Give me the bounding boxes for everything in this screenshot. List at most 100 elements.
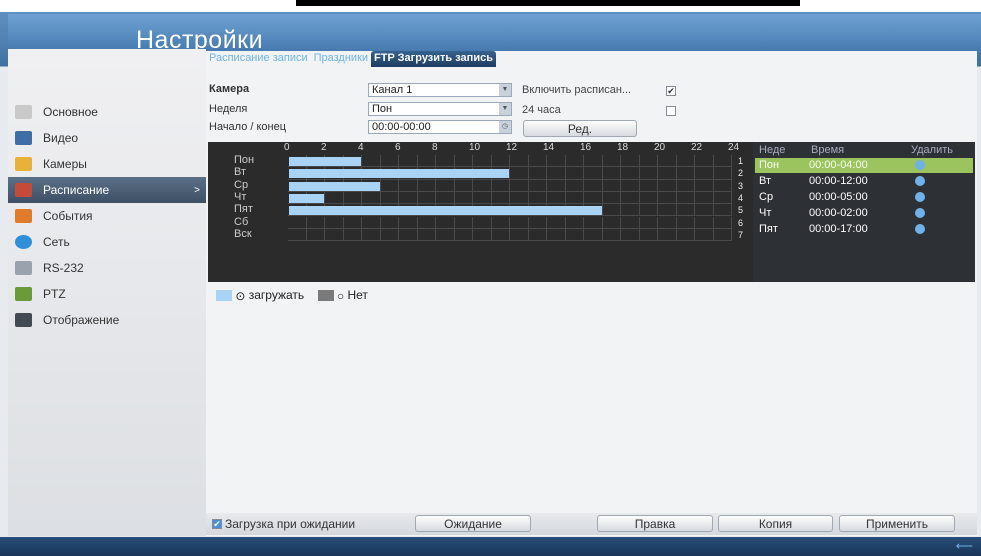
schedule-cell[interactable] <box>639 204 658 217</box>
schedule-cell[interactable] <box>676 179 695 192</box>
schedule-cell[interactable] <box>288 216 307 229</box>
delete-icon[interactable] <box>915 176 925 186</box>
schedule-cell[interactable] <box>528 191 547 205</box>
schedule-cell[interactable] <box>436 216 455 229</box>
table-row[interactable]: Ср 00:00-05:00 <box>755 190 973 205</box>
schedule-cell[interactable] <box>436 179 455 192</box>
sidebar-item-general[interactable]: Основное <box>8 99 206 125</box>
sidebar-item-ptz[interactable]: PTZ <box>8 281 206 307</box>
schedule-cell[interactable] <box>713 167 732 180</box>
schedule-cell[interactable] <box>713 204 732 217</box>
schedule-segment[interactable] <box>289 206 602 216</box>
schedule-cell[interactable] <box>528 155 547 168</box>
schedule-cell[interactable] <box>510 228 529 242</box>
schedule-cell[interactable] <box>417 155 436 168</box>
schedule-cell[interactable] <box>510 191 529 205</box>
start-end-field[interactable]: 00:00-00:00 ◷ <box>368 120 512 134</box>
schedule-cell[interactable] <box>658 204 677 217</box>
schedule-cell[interactable] <box>547 167 566 180</box>
edit-button[interactable]: Правка <box>597 515 713 532</box>
schedule-cell[interactable] <box>695 204 714 217</box>
schedule-cell[interactable] <box>621 204 640 217</box>
schedule-cell[interactable] <box>695 179 714 192</box>
schedule-cell[interactable] <box>362 228 381 242</box>
schedule-cell[interactable] <box>584 155 603 168</box>
schedule-cell[interactable] <box>325 228 344 242</box>
schedule-cell[interactable] <box>491 191 510 205</box>
schedule-cell[interactable] <box>510 179 529 192</box>
schedule-cell[interactable] <box>658 191 677 205</box>
none-radio[interactable]: ○ <box>337 289 344 303</box>
schedule-cell[interactable] <box>695 191 714 205</box>
schedule-cell[interactable] <box>417 179 436 192</box>
schedule-cell[interactable] <box>658 155 677 168</box>
sidebar-item-cameras[interactable]: Камеры <box>8 151 206 177</box>
schedule-cell[interactable] <box>621 179 640 192</box>
schedule-cell[interactable] <box>658 179 677 192</box>
delete-icon[interactable] <box>915 192 925 202</box>
schedule-cell[interactable] <box>343 216 362 229</box>
schedule-cell[interactable] <box>695 155 714 168</box>
schedule-cell[interactable] <box>565 155 584 168</box>
schedule-cell[interactable] <box>602 204 621 217</box>
schedule-cell[interactable] <box>639 191 658 205</box>
standby-button[interactable]: Ожидание <box>415 515 531 532</box>
schedule-cell[interactable] <box>547 216 566 229</box>
schedule-cell[interactable] <box>602 167 621 180</box>
schedule-cell[interactable] <box>510 155 529 168</box>
schedule-cell[interactable] <box>473 155 492 168</box>
schedule-cell[interactable] <box>584 179 603 192</box>
schedule-cell[interactable] <box>639 155 658 168</box>
schedule-cell[interactable] <box>454 179 473 192</box>
schedule-cell[interactable] <box>584 216 603 229</box>
sidebar-item-schedule[interactable]: Расписание > <box>8 177 206 203</box>
schedule-cell[interactable] <box>602 216 621 229</box>
schedule-cell[interactable] <box>584 167 603 180</box>
schedule-segment[interactable] <box>289 193 324 203</box>
schedule-segment[interactable] <box>289 169 509 179</box>
schedule-cell[interactable] <box>325 191 344 205</box>
schedule-cell[interactable] <box>547 179 566 192</box>
schedule-cell[interactable] <box>454 216 473 229</box>
schedule-cell[interactable] <box>417 216 436 229</box>
camera-select[interactable]: Канал 1 ▼ <box>368 83 512 97</box>
sidebar-item-network[interactable]: Сеть <box>8 229 206 255</box>
schedule-cell[interactable] <box>713 155 732 168</box>
schedule-cell[interactable] <box>547 155 566 168</box>
sidebar-item-rs232[interactable]: RS-232 <box>8 255 206 281</box>
schedule-cell[interactable] <box>676 216 695 229</box>
schedule-cell[interactable] <box>621 216 640 229</box>
tab-ftp-upload[interactable]: FTP Загрузить запись <box>371 51 496 67</box>
schedule-cell[interactable] <box>510 216 529 229</box>
table-row[interactable]: Пят 00:00-17:00 <box>755 222 973 237</box>
tab-holidays[interactable]: Праздники <box>311 51 371 67</box>
schedule-cell[interactable] <box>658 216 677 229</box>
delete-icon[interactable] <box>915 224 925 234</box>
schedule-cell[interactable] <box>658 167 677 180</box>
schedule-cell[interactable] <box>565 167 584 180</box>
schedule-cell[interactable] <box>473 179 492 192</box>
schedule-cell[interactable] <box>676 167 695 180</box>
schedule-cell[interactable] <box>380 228 399 242</box>
schedule-cell[interactable] <box>528 216 547 229</box>
schedule-cell[interactable] <box>621 228 640 242</box>
schedule-cell[interactable] <box>602 228 621 242</box>
schedule-cell[interactable] <box>491 155 510 168</box>
schedule-cell[interactable] <box>288 228 307 242</box>
schedule-cell[interactable] <box>676 191 695 205</box>
schedule-cell[interactable] <box>713 191 732 205</box>
schedule-cell[interactable] <box>380 216 399 229</box>
schedule-cell[interactable] <box>713 228 732 242</box>
schedule-cell[interactable] <box>399 155 418 168</box>
schedule-grid[interactable]: 0 2 4 6 8 10 12 14 16 18 20 22 24 Пон 1 Вт 2 Ср 3 Чт 4 Пят 5 Сб… <box>208 142 753 282</box>
schedule-cell[interactable] <box>676 155 695 168</box>
schedule-cell[interactable] <box>528 179 547 192</box>
schedule-cell[interactable] <box>362 155 381 168</box>
schedule-cell[interactable] <box>602 179 621 192</box>
schedule-cell[interactable] <box>436 191 455 205</box>
schedule-cell[interactable] <box>491 216 510 229</box>
schedule-cell[interactable] <box>380 191 399 205</box>
schedule-cell[interactable] <box>380 179 399 192</box>
schedule-cell[interactable] <box>621 191 640 205</box>
apply-button[interactable]: Применить <box>839 515 955 532</box>
